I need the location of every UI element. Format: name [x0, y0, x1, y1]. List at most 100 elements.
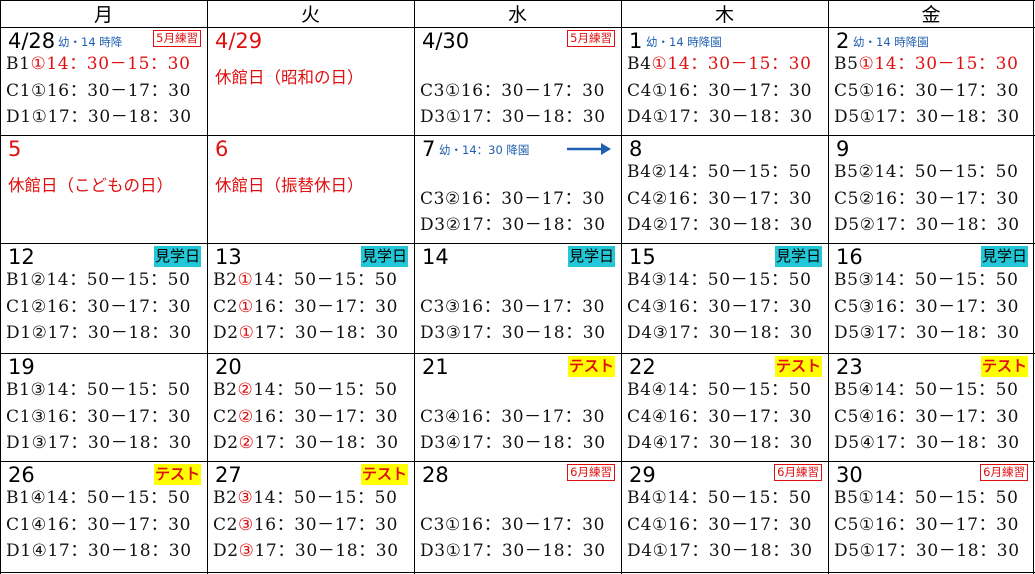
class-code: D3 [420, 215, 446, 235]
day-cell: 13 見学日 B2①14：50－15：50 C2①16：30－17：30 D2①17：3… [207, 243, 414, 353]
holiday-label: 休館日（振替休日） [215, 176, 364, 195]
session-number: ③ [237, 488, 254, 508]
session-number: ② [445, 215, 462, 235]
badge-visit-day: 見学日 [980, 246, 1028, 267]
lesson-slot: C5①16：30－17：30 [834, 80, 1019, 102]
session-number: ③ [238, 541, 255, 561]
lesson-slot: C4①16：30－17：30 [627, 80, 812, 102]
session-number: ③ [445, 297, 461, 317]
day-number: 16 [836, 245, 863, 269]
day-cell: 26 テスト B1④14：50－15：50 C1④16：30－17：30 D1④17：3… [0, 461, 207, 573]
lesson-slot: D5①17：30－18：30 [834, 540, 1020, 562]
lesson-slot: C5③16：30－17：30 [834, 296, 1019, 318]
time-range: 14：50－15：50 [874, 162, 1019, 182]
holiday-label: 休館日（こどもの日） [8, 176, 173, 195]
day-cell: 20 B2②14：50－15：50 C2②16：30－17：30 D2②17：30－1… [207, 353, 414, 461]
class-code: C5 [834, 515, 860, 535]
class-code: D4 [627, 215, 653, 235]
class-code: C1 [6, 297, 32, 317]
lesson-slot: D2①17：30－18：30 [213, 322, 399, 344]
time-range: 17：30－18：30 [875, 433, 1020, 453]
weekday-header: 火 [300, 4, 320, 26]
class-code: C2 [213, 515, 239, 535]
time-range: 17：30－18：30 [254, 433, 399, 453]
session-number: ④ [445, 407, 461, 427]
lesson-slot: B5④14：50－15：50 [834, 379, 1019, 401]
time-range: 14：50－15：50 [253, 380, 398, 400]
time-range: 14：50－15：50 [667, 270, 812, 290]
day-number: 4/28 [8, 29, 56, 53]
time-range: 16：30－17：30 [460, 407, 606, 427]
time-range: 14：50－15：50 [667, 488, 812, 508]
session-number: ① [652, 515, 668, 535]
day-number: 21 [422, 355, 449, 379]
session-number: ① [652, 541, 669, 561]
session-number: ④ [31, 515, 47, 535]
day-cell: 1 幼・14 時降園 B4①14：30－15：30 C4①16：30－17：30 D4①… [621, 27, 828, 135]
time-range: 17：30－18：30 [668, 541, 813, 561]
day-number: 12 [8, 245, 35, 269]
lesson-slot: D3③17：30－18：30 [420, 322, 606, 344]
session-number: ④ [445, 433, 462, 453]
lesson-slot: B4①14：50－15：50 [627, 487, 812, 509]
class-code: D1 [6, 541, 32, 561]
lesson-slot: C1③16：30－17：30 [6, 406, 191, 428]
badge-test: テスト [774, 356, 822, 377]
session-number: ② [31, 297, 47, 317]
class-code: C3 [420, 515, 446, 535]
lesson-slot: D5①17：30－18：30 [834, 106, 1020, 128]
time-range: 17：30－18：30 [47, 433, 192, 453]
lesson-slot: D1②17：30－18：30 [6, 322, 192, 344]
session-number: ④ [859, 407, 875, 427]
badge-practice: 5月練習 [153, 30, 201, 47]
time-range: 14：50－15：50 [667, 162, 812, 182]
session-number: ① [651, 54, 668, 74]
class-code: D3 [420, 323, 446, 343]
class-code: B5 [834, 54, 859, 74]
time-range: 16：30－17：30 [46, 297, 192, 317]
day-cell: 4/28 幼・14 時降 5月練習 B1①14：30－15：30 C1①16：30－17… [0, 27, 207, 135]
day-cell: 29 6月練習 B4①14：50－15：50 C4①16：30－17：30 D4①17：… [621, 461, 828, 573]
session-number: ③ [31, 407, 47, 427]
class-code: D1 [6, 323, 32, 343]
time-range: 16：30－17：30 [46, 81, 192, 101]
lesson-slot: C1②16：30－17：30 [6, 296, 191, 318]
day-number: 23 [836, 355, 863, 379]
day-number: 22 [629, 355, 656, 379]
session-number: ④ [859, 433, 876, 453]
time-range: 16：30－17：30 [874, 81, 1020, 101]
class-code: C5 [834, 81, 860, 101]
class-code: D4 [627, 433, 653, 453]
class-code: C2 [213, 407, 239, 427]
lesson-slot: D1③17：30－18：30 [6, 432, 192, 454]
day-number: 28 [422, 463, 449, 487]
time-range: 16：30－17：30 [874, 189, 1020, 209]
day-cell: 15 見学日 B4③14：50－15：50 C4③16：30－17：30 D4③17：3… [621, 243, 828, 353]
day-cell: 5 休館日（こどもの日） [0, 135, 207, 243]
class-code: B4 [627, 488, 652, 508]
day-cell: 2 幼・14 時降園 B5①14：30－15：30 C5①16：30－17：30 D5①… [828, 27, 1034, 135]
session-number: ② [858, 162, 875, 182]
day-number: 20 [215, 355, 242, 379]
lesson-slot: B5①14：50－15：50 [834, 487, 1019, 509]
session-number: ① [859, 541, 876, 561]
time-range: 17：30－18：30 [461, 323, 606, 343]
badge-test: テスト [153, 464, 201, 485]
lesson-slot: D2③17：30－18：30 [213, 540, 399, 562]
session-number: ② [859, 189, 875, 209]
session-number: ① [859, 515, 875, 535]
weekday-header: 月 [93, 4, 113, 26]
day-cell: 22 テスト B4④14：50－15：50 C4④16：30－17：30 D4④17：3… [621, 353, 828, 461]
day-number: 9 [836, 137, 850, 161]
time-range: 17：30－18：30 [875, 215, 1020, 235]
class-code: C4 [627, 189, 653, 209]
day-number: 26 [8, 463, 35, 487]
lesson-slot: D1④17：30－18：30 [6, 540, 192, 562]
session-number: ① [31, 81, 47, 101]
session-number: ③ [652, 323, 669, 343]
session-number: ③ [445, 323, 462, 343]
lesson-slot: C2②16：30－17：30 [213, 406, 398, 428]
class-code: C1 [6, 81, 32, 101]
session-number: ② [652, 215, 669, 235]
lesson-slot: B2②14：50－15：50 [213, 379, 398, 401]
